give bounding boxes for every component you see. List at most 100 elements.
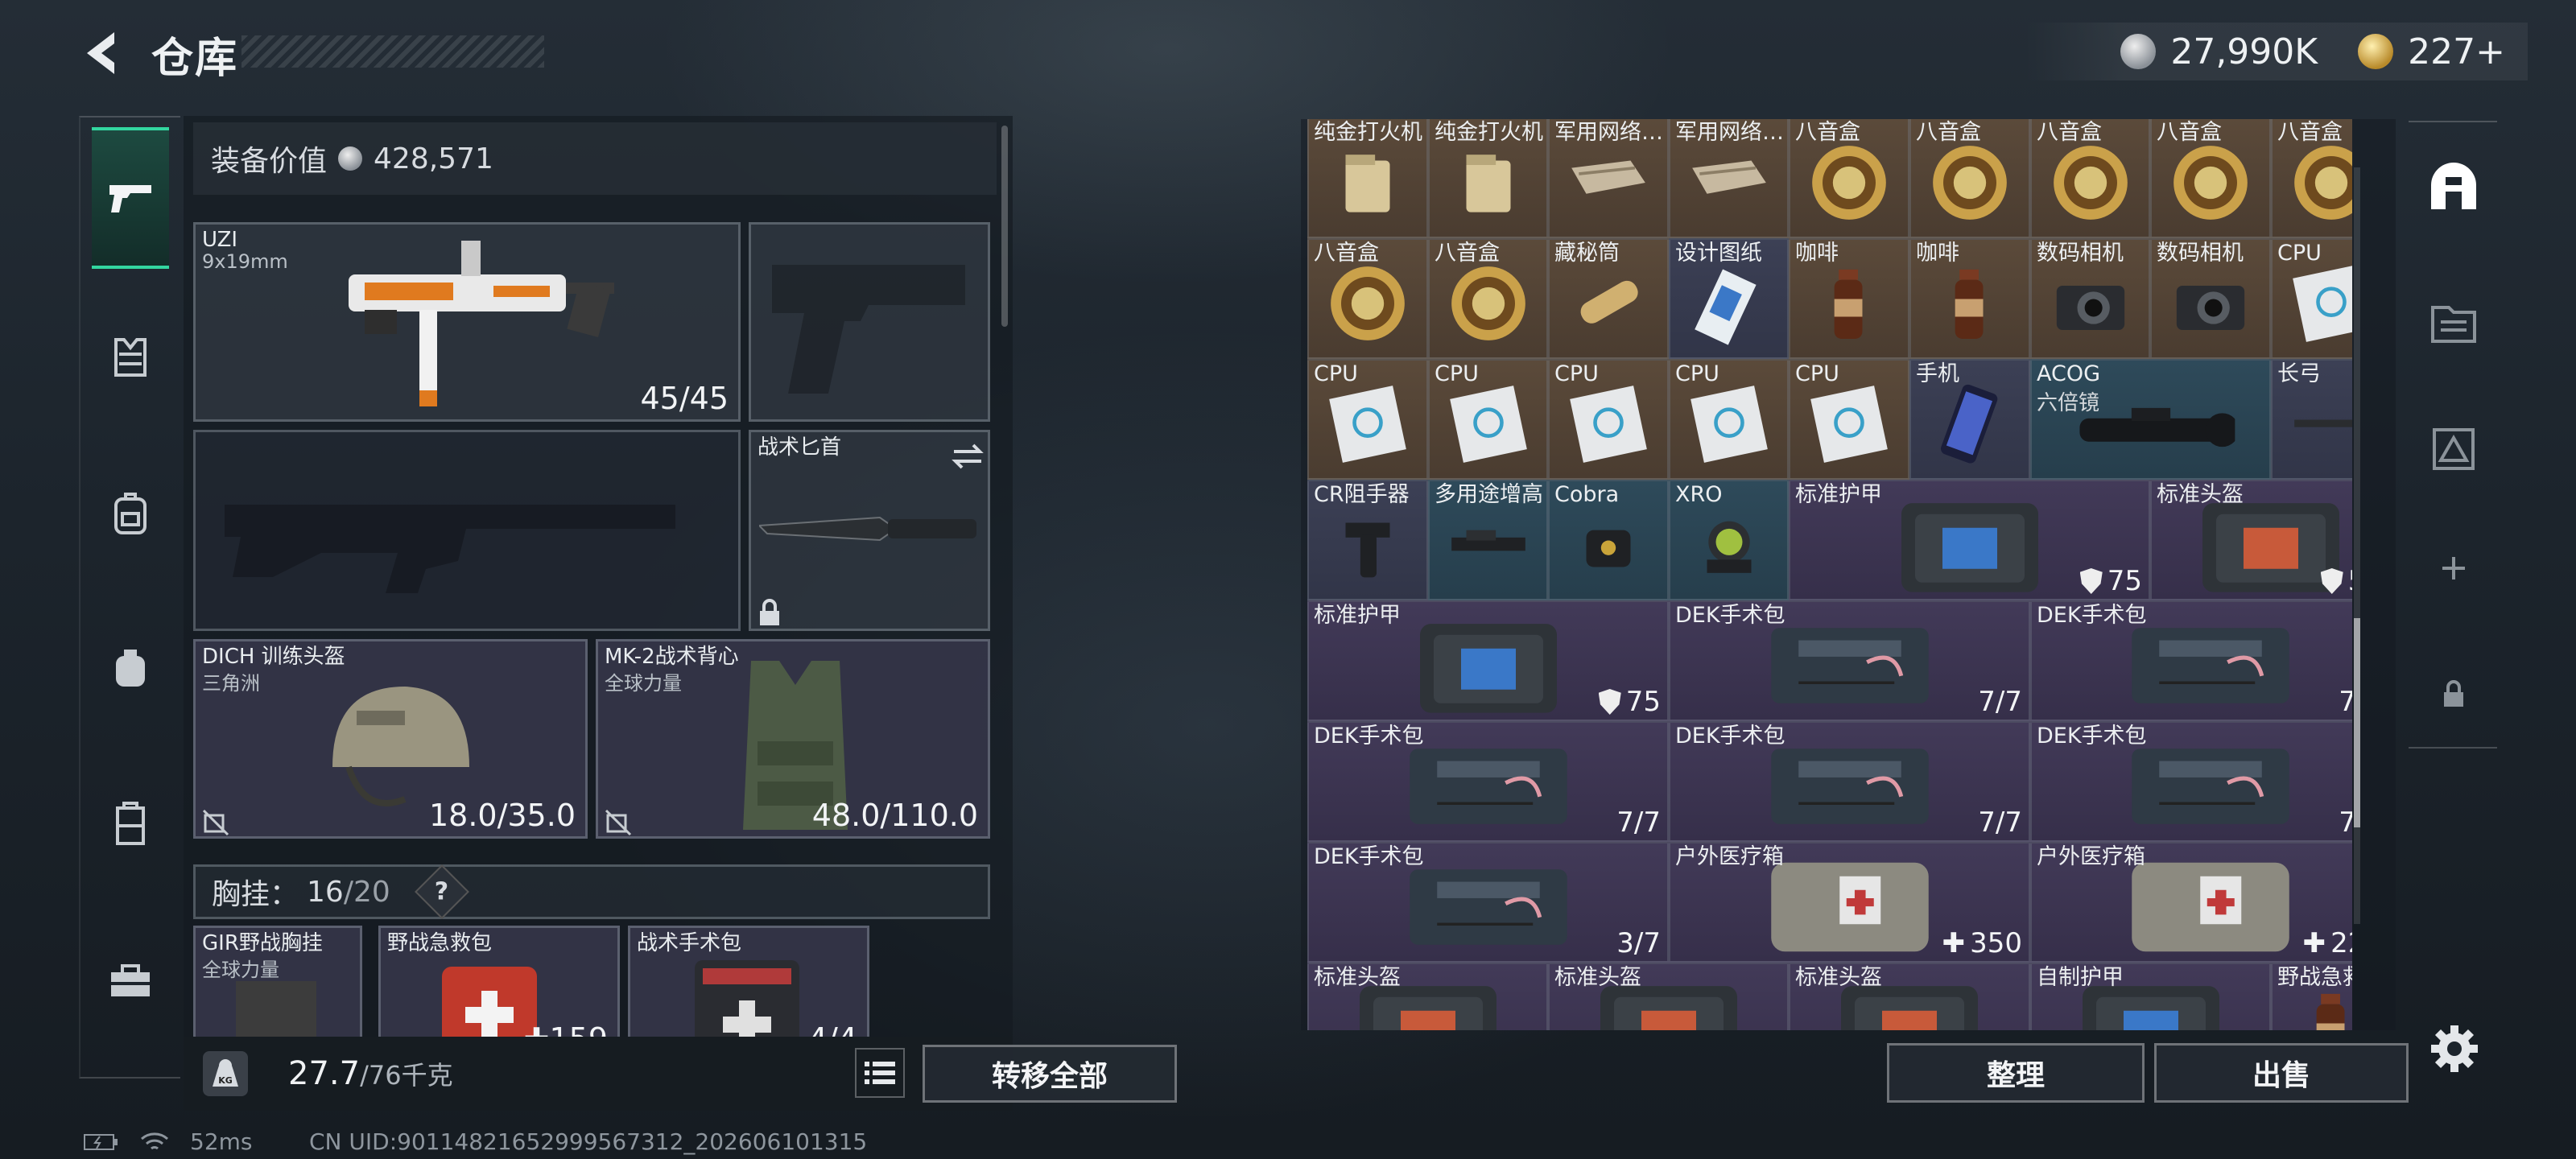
sidebar-toolbox[interactable] xyxy=(92,942,169,1019)
item-value: 7/7 xyxy=(1616,806,1661,839)
warehouse-item[interactable]: 数码相机 xyxy=(2150,238,2271,359)
warehouse-item[interactable]: 野战急救包 xyxy=(2271,963,2352,1030)
helmet-slot[interactable]: DICH 训练头盔 三角洲 18.0/35.0 xyxy=(193,639,588,839)
warehouse-grid[interactable]: 纯金打火机 纯金打火机 军用网络… 军用网络… 八音盒 八音盒 八音盒 八音盒 八音盒 八音盒 八音… xyxy=(1307,119,2352,1030)
item-name: 八音盒 xyxy=(2277,120,2343,145)
grip-icon xyxy=(1345,522,1390,578)
list-view-button[interactable] xyxy=(855,1048,905,1098)
weight-readout: 27.7/76千克 xyxy=(288,1055,453,1092)
sell-button[interactable]: 出售 xyxy=(2154,1043,2409,1103)
chest-rig-header: 胸挂： 16/20 ? xyxy=(193,864,990,919)
warehouse-item[interactable]: 设计图纸 xyxy=(1669,238,1789,359)
item-name: 八音盒 xyxy=(1435,241,1500,266)
armor-slot[interactable]: MK-2战术背心 全球力量 48.0/110.0 xyxy=(596,639,990,839)
warehouse-item[interactable]: DEK手术包 7/7 xyxy=(1669,721,2030,842)
warehouse-tab-all[interactable] xyxy=(2423,156,2484,217)
warehouse-item[interactable]: 自制护甲 xyxy=(2030,963,2271,1030)
sidebar-chest-rig[interactable] xyxy=(92,319,169,396)
loadout-scrollbar[interactable] xyxy=(1001,126,1008,327)
sidebar-weapons[interactable] xyxy=(92,127,169,269)
no-repair-icon xyxy=(202,809,229,836)
warehouse-item[interactable]: 手机 xyxy=(1909,359,2030,480)
transfer-all-button[interactable]: 转移全部 xyxy=(923,1045,1177,1103)
gold-amount[interactable]: 227+ xyxy=(2408,31,2505,72)
riser-icon xyxy=(1451,530,1525,551)
warehouse-item[interactable]: 咖啡 xyxy=(1909,238,2030,359)
swap-icon[interactable] xyxy=(951,442,985,471)
warehouse-item[interactable]: 八音盒 xyxy=(2030,119,2150,238)
warehouse-item[interactable]: 标准护甲 75 xyxy=(1307,600,1669,721)
warehouse-item[interactable]: CR阻手器 xyxy=(1307,480,1428,600)
warehouse-item[interactable]: DEK手术包 7/7 xyxy=(2030,721,2352,842)
warehouse-panel: 纯金打火机 纯金打火机 军用网络… 军用网络… 八音盒 八音盒 八音盒 八音盒 八音盒 八音盒 八音… xyxy=(1301,119,2396,1030)
warehouse-item[interactable]: DEK手术包 7/7 xyxy=(2030,600,2352,721)
warehouse-item[interactable]: 标准头盔 xyxy=(1789,963,2030,1030)
sidebar-case[interactable] xyxy=(92,786,169,863)
sort-button[interactable]: 整理 xyxy=(1887,1043,2145,1103)
settings-button[interactable] xyxy=(2426,1021,2483,1077)
warehouse-item[interactable]: 纯金打火机 xyxy=(1428,119,1548,238)
router-icon xyxy=(1571,160,1645,194)
warehouse-item[interactable]: CPU xyxy=(1548,359,1669,480)
warehouse-item[interactable]: 藏秘筒 xyxy=(1548,238,1669,359)
wifi-icon xyxy=(141,1132,168,1149)
warehouse-item[interactable]: 咖啡 xyxy=(1789,238,1909,359)
status-bar: 52ms xyxy=(84,1128,253,1155)
warehouse-item[interactable]: DEK手术包 7/7 xyxy=(1307,721,1669,842)
secondary-weapon-slot[interactable] xyxy=(749,222,990,422)
locked-tab[interactable] xyxy=(2423,663,2484,724)
warehouse-item[interactable]: CPU xyxy=(2271,238,2352,359)
warehouse-item[interactable]: 标准头盔 xyxy=(1548,963,1789,1030)
primary-weapon-slot[interactable]: UZI 9x19mm 45/45 xyxy=(193,222,741,422)
warehouse-item[interactable]: 多用途增高 xyxy=(1428,480,1548,600)
warehouse-item[interactable]: 八音盒 xyxy=(1789,119,1909,238)
chest-rig-item[interactable]: 战术手术包 4/4 xyxy=(628,926,869,1037)
musicbox-icon xyxy=(2053,145,2128,220)
help-button[interactable]: ? xyxy=(414,864,469,919)
warehouse-item[interactable]: 八音盒 xyxy=(1307,238,1428,359)
melee-slot[interactable]: 战术匕首 xyxy=(749,430,990,631)
warehouse-tab-special[interactable] xyxy=(2423,419,2484,480)
back-button[interactable] xyxy=(79,27,130,79)
phone-icon xyxy=(1940,384,1998,464)
warehouse-item[interactable]: 八音盒 xyxy=(1428,238,1548,359)
warehouse-item[interactable]: 标准头盔 xyxy=(1307,963,1548,1030)
armor-shield-icon xyxy=(1598,689,1621,715)
add-tab-button[interactable] xyxy=(2423,538,2484,599)
warehouse-item[interactable]: CPU xyxy=(1428,359,1548,480)
warehouse-item[interactable]: XRO xyxy=(1669,480,1789,600)
warehouse-item[interactable]: DEK手术包 3/7 xyxy=(1307,842,1669,963)
warehouse-item[interactable]: CPU xyxy=(1669,359,1789,480)
warehouse-item[interactable]: 八音盒 xyxy=(2150,119,2271,238)
item-name: CPU xyxy=(1795,361,1839,386)
sidebar-backpack[interactable] xyxy=(92,475,169,552)
chest-rig-item[interactable]: 野战急救包 ✚159 xyxy=(378,926,620,1037)
warehouse-item[interactable]: 数码相机 xyxy=(2030,238,2150,359)
warehouse-item[interactable]: 纯金打火机 xyxy=(1307,119,1428,238)
warehouse-item[interactable]: CPU xyxy=(1789,359,1909,480)
warehouse-item[interactable]: 标准头盔 50 xyxy=(2150,480,2352,600)
warehouse-item[interactable]: ACOG 六倍镜 xyxy=(2030,359,2271,480)
warehouse-tab-folder[interactable] xyxy=(2423,291,2484,353)
warehouse-item[interactable]: 军用网络… xyxy=(1548,119,1669,238)
secondary-primary-slot[interactable] xyxy=(193,430,741,631)
warehouse-item[interactable]: 八音盒 xyxy=(2271,119,2352,238)
warehouse-item[interactable]: DEK手术包 7/7 xyxy=(1669,600,2030,721)
item-name: 长弓 xyxy=(2277,361,2321,386)
item-name: 多用途增高 xyxy=(1435,482,1543,507)
warehouse-item[interactable]: 军用网络… xyxy=(1669,119,1789,238)
warehouse-scrollbar[interactable] xyxy=(2354,167,2360,924)
warehouse-item[interactable]: Cobra xyxy=(1548,480,1669,600)
chest-rig-item[interactable]: GIR野战胸挂 全球力量 xyxy=(193,926,362,1037)
warehouse-item[interactable]: CPU xyxy=(1307,359,1428,480)
item-name: 军用网络… xyxy=(1675,120,1784,145)
warehouse-item[interactable]: 标准护甲 75 xyxy=(1789,480,2150,600)
item-name: 户外医疗箱 xyxy=(1675,844,1784,869)
warehouse-item[interactable]: 长弓 xyxy=(2271,359,2352,480)
pistol-placeholder-icon xyxy=(772,265,965,394)
warehouse-item[interactable]: 八音盒 xyxy=(1909,119,2030,238)
warehouse-item[interactable]: 户外医疗箱 ✚ 350 xyxy=(1669,842,2030,963)
sidebar-pouch[interactable] xyxy=(92,629,169,707)
warehouse-item[interactable]: 户外医疗箱 ✚225 xyxy=(2030,842,2352,963)
helmet-durability: 18.0/35.0 xyxy=(428,798,576,833)
